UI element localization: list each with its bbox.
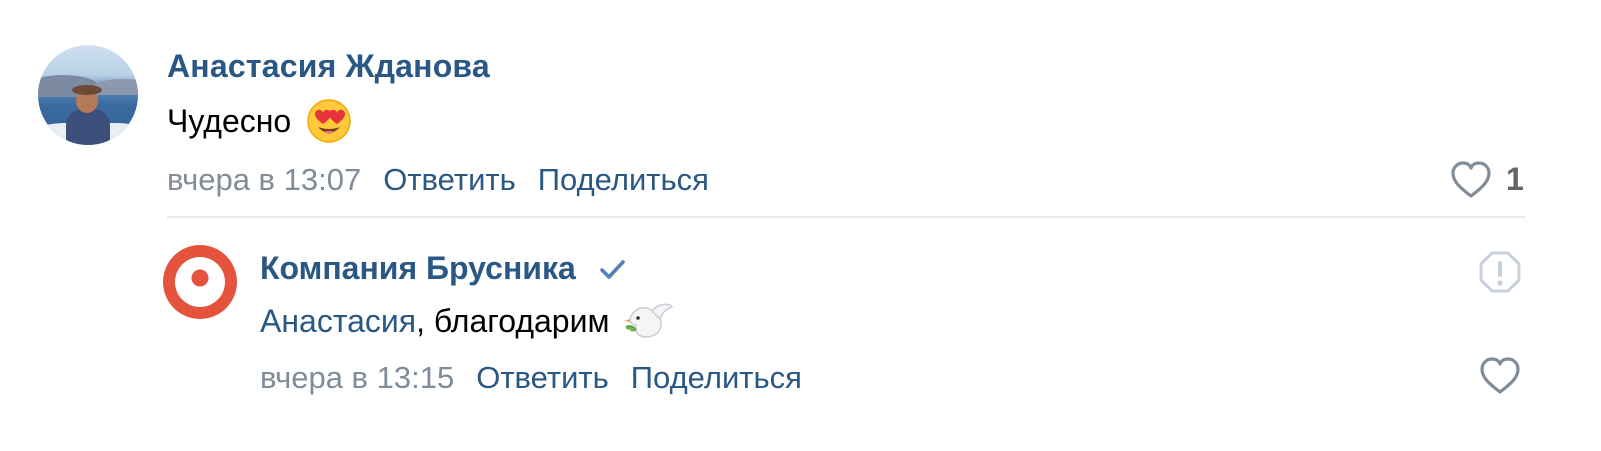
reply-author-link[interactable]: Компания Брусника <box>260 250 576 286</box>
reply-text-body: , благодарим <box>416 303 610 339</box>
reply-author: Компания Брусника <box>260 250 627 287</box>
reply-time[interactable]: вчера в 13:15 <box>260 360 454 395</box>
verified-check-icon <box>599 259 625 279</box>
comment-text: Чудесно <box>167 98 352 144</box>
divider <box>167 216 1525 218</box>
like-heart-icon[interactable] <box>1449 160 1493 200</box>
share-button[interactable]: Поделиться <box>538 162 709 197</box>
like-count: 1 <box>1506 161 1524 197</box>
like-heart-icon[interactable] <box>1478 356 1522 396</box>
report-icon[interactable] <box>1477 249 1523 295</box>
comment-meta: вчера в 13:07 Ответить Поделиться <box>167 162 709 198</box>
reply-meta: вчера в 13:15 Ответить Поделиться <box>260 360 802 396</box>
heart-eyes-emoji-icon <box>307 98 351 143</box>
reply-text: Анастасия, благодарим <box>260 303 676 343</box>
brand-logo-avatar[interactable] <box>163 245 237 319</box>
mention-link[interactable]: Анастасия <box>260 303 416 339</box>
reply-button[interactable]: Ответить <box>383 162 516 197</box>
comment-author-link[interactable]: Анастасия Жданова <box>167 48 490 85</box>
reply-share-button[interactable]: Поделиться <box>631 360 802 395</box>
reply-reply-button[interactable]: Ответить <box>476 360 609 395</box>
comment-time[interactable]: вчера в 13:07 <box>167 162 361 197</box>
dove-emoji-icon <box>624 303 674 338</box>
comment-text-body: Чудесно <box>167 103 292 139</box>
avatar[interactable] <box>38 45 138 145</box>
